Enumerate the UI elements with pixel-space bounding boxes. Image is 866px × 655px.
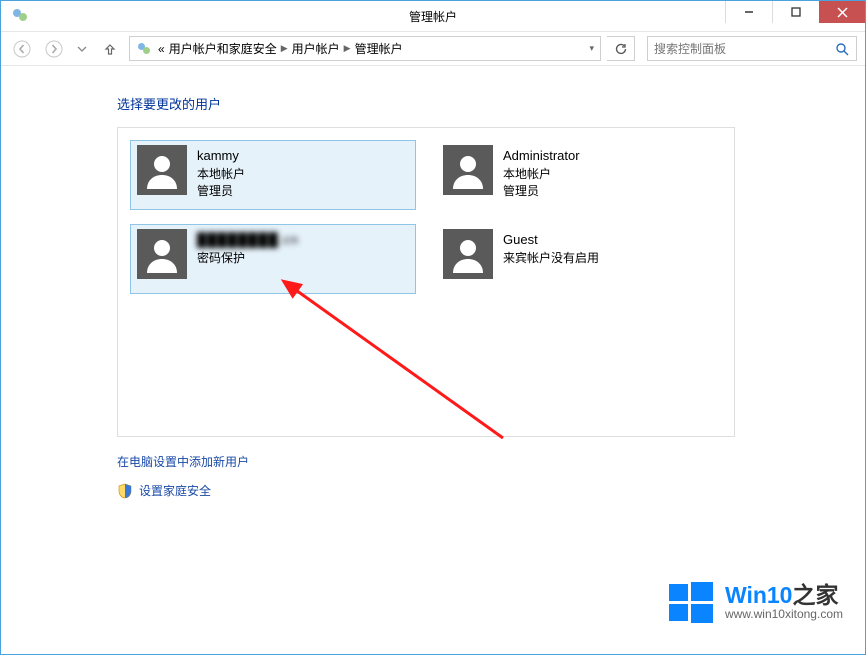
navbar: « 用户帐户和家庭安全 ▶ 用户帐户 ▶ 管理帐户 ▾ — [1, 32, 865, 66]
back-button[interactable] — [9, 36, 35, 62]
link-label: 在电脑设置中添加新用户 — [117, 453, 249, 470]
up-button[interactable] — [97, 36, 123, 62]
account-tile-administrator[interactable]: Administrator 本地帐户 管理员 — [436, 140, 722, 210]
account-tile-kammy[interactable]: kammy 本地帐户 管理员 — [130, 140, 416, 210]
close-button[interactable] — [819, 1, 865, 23]
annotation-arrow — [278, 278, 538, 458]
breadcrumb-item[interactable]: 用户帐户 — [292, 40, 340, 57]
account-name-masked: ████████.cn — [197, 231, 299, 249]
shield-icon — [117, 483, 133, 499]
link-add-user[interactable]: 在电脑设置中添加新用户 — [117, 453, 865, 470]
recent-dropdown-button[interactable] — [73, 36, 91, 62]
forward-button[interactable] — [41, 36, 67, 62]
account-role: 管理员 — [503, 183, 580, 199]
account-grid: kammy 本地帐户 管理员 Administrator 本地帐户 管理员 — [130, 140, 722, 294]
account-info: Administrator 本地帐户 管理员 — [503, 145, 580, 199]
account-info: kammy 本地帐户 管理员 — [197, 145, 245, 199]
address-dropdown-icon[interactable]: ▾ — [589, 43, 594, 54]
minimize-button[interactable] — [725, 1, 772, 23]
breadcrumb-item[interactable]: 用户帐户和家庭安全 — [169, 40, 277, 57]
refresh-button[interactable] — [607, 36, 635, 61]
account-type: 密码保护 — [197, 250, 299, 266]
watermark: Win10之家 www.win10xitong.com — [667, 578, 843, 626]
chevron-right-icon[interactable]: ▶ — [281, 43, 288, 54]
breadcrumb-lead[interactable]: « — [158, 42, 165, 56]
location-icon — [136, 41, 152, 57]
avatar-icon — [443, 145, 493, 195]
account-name: kammy — [197, 147, 245, 165]
account-tile-masked[interactable]: ████████.cn 密码保护 — [130, 224, 416, 294]
account-name: Administrator — [503, 147, 580, 165]
search-box — [647, 36, 857, 61]
watermark-brand: Win10之家 — [725, 583, 843, 608]
maximize-button[interactable] — [772, 1, 819, 23]
account-info: ████████.cn 密码保护 — [197, 229, 299, 266]
account-role: 管理员 — [197, 183, 245, 199]
accounts-box: kammy 本地帐户 管理员 Administrator 本地帐户 管理员 — [117, 127, 735, 437]
watermark-text: Win10之家 www.win10xitong.com — [725, 583, 843, 621]
search-button[interactable] — [828, 37, 856, 60]
content-area: 选择要更改的用户 kammy 本地帐户 管理员 — [1, 66, 865, 654]
address-bar[interactable]: « 用户帐户和家庭安全 ▶ 用户帐户 ▶ 管理帐户 ▾ — [129, 36, 601, 61]
page-heading: 选择要更改的用户 — [117, 94, 865, 113]
watermark-brand-prefix: Win10 — [725, 582, 793, 608]
account-type: 本地帐户 — [503, 166, 580, 182]
links: 在电脑设置中添加新用户 设置家庭安全 — [117, 453, 865, 499]
window-controls — [725, 1, 865, 23]
link-family-safety[interactable]: 设置家庭安全 — [117, 482, 865, 499]
avatar-icon — [137, 145, 187, 195]
windows-logo-icon — [667, 578, 715, 626]
avatar-icon — [137, 229, 187, 279]
watermark-url: www.win10xitong.com — [725, 608, 843, 621]
breadcrumb-item[interactable]: 管理帐户 — [355, 40, 403, 57]
account-tile-guest[interactable]: Guest 来宾帐户没有启用 — [436, 224, 722, 294]
watermark-brand-suffix: 之家 — [792, 582, 838, 608]
chevron-right-icon[interactable]: ▶ — [344, 43, 351, 54]
account-name: Guest — [503, 231, 599, 249]
account-status: 来宾帐户没有启用 — [503, 250, 599, 266]
app-icon — [11, 7, 29, 25]
breadcrumb: « 用户帐户和家庭安全 ▶ 用户帐户 ▶ 管理帐户 — [158, 40, 403, 57]
account-info: Guest 来宾帐户没有启用 — [503, 229, 599, 266]
account-type: 本地帐户 — [197, 166, 245, 182]
search-input[interactable] — [648, 37, 828, 60]
titlebar: 管理帐户 — [1, 1, 865, 32]
link-label: 设置家庭安全 — [139, 482, 211, 499]
avatar-icon — [443, 229, 493, 279]
window: 管理帐户 — [0, 0, 866, 655]
